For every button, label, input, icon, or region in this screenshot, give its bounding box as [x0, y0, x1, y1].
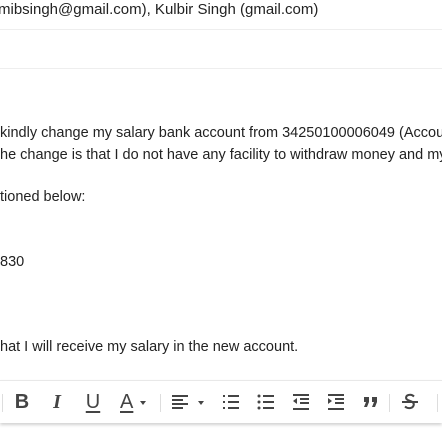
body-line: kindly change my salary bank account fro…	[0, 125, 442, 141]
text-color-button[interactable]: A	[116, 389, 146, 415]
subject-field[interactable]	[0, 29, 442, 69]
quote-button[interactable]	[358, 389, 384, 415]
bold-icon: B	[14, 391, 30, 413]
toolbar-divider	[160, 394, 161, 412]
strikethrough-button[interactable]	[397, 389, 423, 415]
formatting-toolbar: B I U A	[0, 380, 442, 423]
text-color-icon: A	[120, 391, 134, 413]
recipients-text: mibsingh@gmail.com), Kulbir Singh (gmail…	[0, 1, 319, 18]
indent-less-button[interactable]	[288, 389, 314, 415]
italic-icon: I	[53, 391, 61, 413]
underline-button[interactable]: U	[80, 389, 106, 415]
body-line: he change is that I do not have any faci…	[0, 147, 442, 163]
message-body[interactable]: kindly change my salary bank account fro…	[0, 68, 442, 380]
italic-button[interactable]: I	[44, 389, 70, 415]
bold-button[interactable]: B	[9, 389, 35, 415]
indent-less-icon	[293, 394, 309, 410]
body-line: hat I will receive my salary in the new …	[0, 339, 299, 355]
body-line: tioned below:	[0, 189, 86, 205]
align-button[interactable]	[170, 389, 208, 415]
chevron-down-icon	[140, 401, 146, 405]
bulleted-list-icon	[257, 394, 274, 410]
numbered-list-icon	[223, 395, 239, 409]
underline-icon: U	[85, 391, 101, 413]
recipients-field[interactable]: mibsingh@gmail.com), Kulbir Singh (gmail…	[0, 0, 442, 22]
strikethrough-icon	[402, 393, 418, 410]
chevron-down-icon	[198, 401, 204, 405]
indent-more-icon	[328, 394, 344, 410]
toolbar-divider	[2, 394, 3, 412]
toolbar-divider	[389, 394, 390, 412]
body-line: 830	[0, 254, 25, 270]
toolbar-divider	[437, 394, 438, 412]
align-icon	[172, 395, 188, 409]
indent-more-button[interactable]	[323, 389, 349, 415]
numbered-list-button[interactable]	[218, 389, 244, 415]
bulleted-list-button[interactable]	[253, 389, 279, 415]
quote-icon	[364, 397, 377, 407]
